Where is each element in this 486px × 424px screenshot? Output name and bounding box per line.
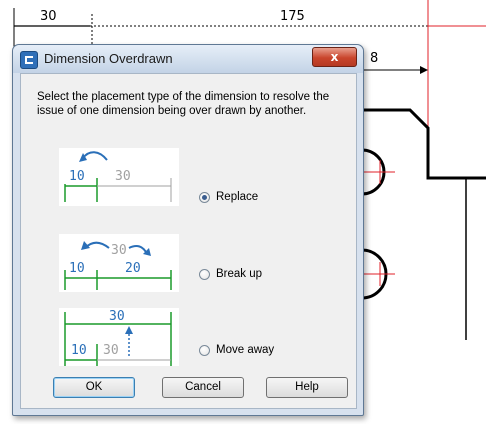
app-logo-icon (20, 51, 38, 69)
help-button[interactable]: Help (266, 377, 348, 398)
cad-dim-right-text: 8 (370, 51, 378, 66)
break-up-radio-row[interactable]: Break up (199, 268, 262, 280)
cad-dim-left-text: 30 (40, 9, 57, 24)
move-away-dim-10: 10 (71, 343, 87, 358)
replace-dim-30: 30 (115, 169, 131, 184)
dialog-description: Select the placement type of the dimensi… (37, 91, 330, 117)
cad-dim-top-text: 175 (280, 9, 305, 24)
dialog-body: Select the placement type of the dimensi… (20, 73, 357, 409)
ok-button[interactable]: OK (53, 377, 135, 398)
move-away-label[interactable]: Move away (216, 344, 274, 356)
dialog-title: Dimension Overdrawn (44, 51, 173, 66)
move-away-radio[interactable] (199, 344, 210, 356)
replace-preview-image: 10 30 (59, 148, 179, 206)
replace-radio[interactable] (199, 191, 210, 203)
move-away-dim-30-top: 30 (109, 309, 125, 324)
break-up-preview-image: 30 10 20 (59, 234, 179, 292)
move-away-dim-30-bottom: 30 (103, 343, 119, 358)
cad-part-outline (360, 108, 486, 180)
cancel-button[interactable]: Cancel (162, 377, 244, 398)
break-up-dim-20: 20 (125, 261, 141, 276)
dimension-overdrawn-dialog: Dimension Overdrawn x Select the placeme… (12, 44, 364, 416)
break-up-dim-30: 30 (111, 243, 127, 258)
break-up-dim-10: 10 (69, 261, 85, 276)
move-away-radio-row[interactable]: Move away (199, 344, 274, 356)
close-button[interactable]: x (312, 47, 357, 67)
close-icon: x (330, 50, 339, 64)
replace-dim-10: 10 (69, 169, 85, 184)
dialog-titlebar[interactable]: Dimension Overdrawn x (13, 45, 363, 73)
move-away-preview-image: 30 10 30 (59, 308, 179, 366)
break-up-label[interactable]: Break up (216, 268, 262, 280)
break-up-radio[interactable] (199, 268, 210, 280)
replace-label[interactable]: Replace (216, 191, 258, 203)
replace-radio-row[interactable]: Replace (199, 191, 258, 203)
